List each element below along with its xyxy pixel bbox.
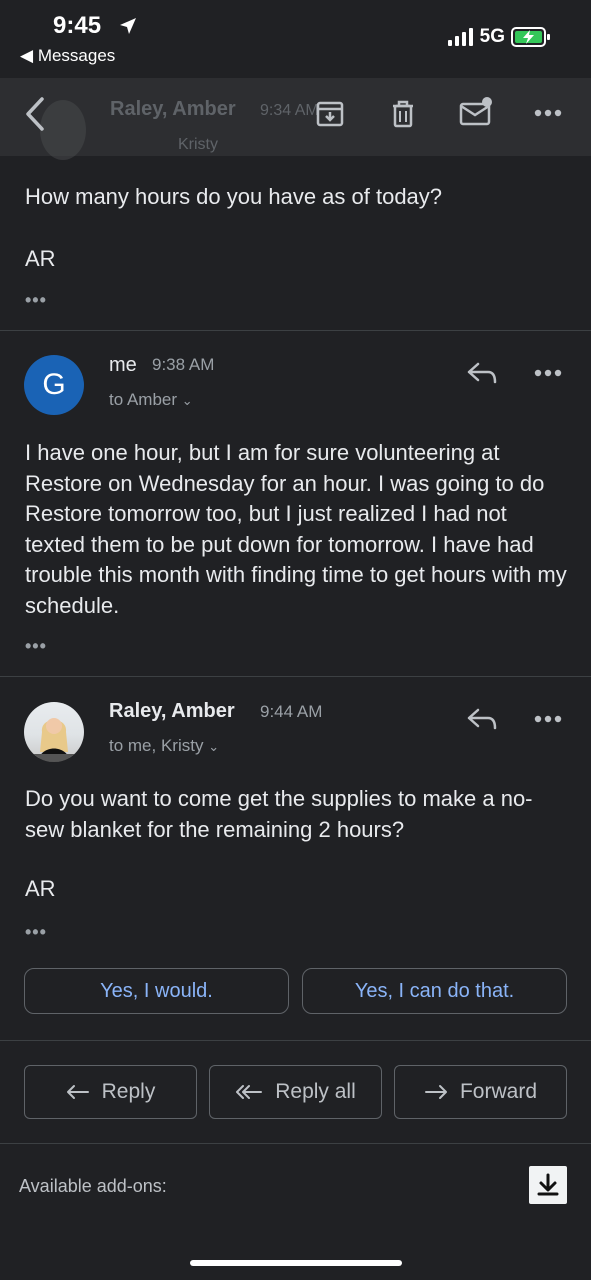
message-3-expand-dots[interactable]: ••• <box>25 922 47 943</box>
back-triangle-icon: ◀ <box>20 46 34 65</box>
divider <box>0 330 591 331</box>
reply-label: Reply <box>101 1080 156 1103</box>
message-1-signature: AR <box>25 246 56 271</box>
reply-icon[interactable] <box>466 706 498 732</box>
message-1-body: How many hours do you have as of today? <box>25 184 443 209</box>
reply-all-button[interactable]: Reply all <box>209 1065 382 1119</box>
forward-icon <box>424 1085 447 1099</box>
status-indicators: 5G <box>447 26 551 48</box>
message-2-time: 9:38 AM <box>152 355 215 374</box>
delete-icon[interactable] <box>388 98 418 130</box>
ghost-time: 9:34 AM <box>260 102 319 119</box>
avatar-letter: G <box>42 368 66 401</box>
chevron-down-icon: ⌄ <box>181 393 193 408</box>
message-2-sender: me <box>109 354 137 376</box>
reply-icon[interactable] <box>466 360 498 386</box>
message-3-signature: AR <box>25 876 56 901</box>
back-arrow-icon[interactable] <box>20 96 48 132</box>
message-2-recipients[interactable]: to Amber ⌄ <box>109 390 193 410</box>
recipients-text: to me, Kristy <box>109 736 204 755</box>
addons-label: Available add-ons: <box>19 1176 167 1196</box>
forward-label: Forward <box>459 1080 538 1103</box>
reply-all-icon <box>236 1085 263 1099</box>
divider <box>0 1040 591 1041</box>
more-options-icon[interactable] <box>533 108 563 118</box>
forward-button[interactable]: Forward <box>394 1065 567 1119</box>
avatar <box>24 702 84 762</box>
addon-download-button[interactable] <box>529 1166 567 1204</box>
message-more-icon[interactable] <box>533 714 563 724</box>
message-3-sender: Raley, Amber <box>109 700 235 722</box>
back-to-messages[interactable]: ◀ Messages <box>20 46 115 66</box>
divider <box>0 1143 591 1144</box>
smart-reply-button[interactable]: Yes, I would. <box>24 968 289 1014</box>
message-3-recipients[interactable]: to me, Kristy ⌄ <box>109 736 219 756</box>
network-type: 5G <box>479 26 505 47</box>
divider <box>0 676 591 677</box>
reply-icon <box>66 1085 89 1099</box>
chevron-down-icon: ⌄ <box>208 739 220 754</box>
home-indicator[interactable] <box>190 1260 402 1266</box>
ghost-sender: Raley, Amber <box>110 98 236 120</box>
profile-photo-icon <box>34 718 74 762</box>
message-2-expand-dots[interactable]: ••• <box>25 636 47 657</box>
reply-button[interactable]: Reply <box>24 1065 197 1119</box>
message-3-body: Do you want to come get the supplies to … <box>25 786 533 842</box>
message-more-icon[interactable] <box>533 368 563 378</box>
status-time: 9:45 <box>53 12 102 39</box>
back-to-messages-label: Messages <box>37 46 116 65</box>
location-arrow-icon <box>120 18 136 34</box>
signal-icon <box>447 28 473 46</box>
reply-all-label: Reply all <box>275 1080 356 1103</box>
ghost-recipients: Kristy <box>178 136 218 153</box>
smart-reply-button[interactable]: Yes, I can do that. <box>302 968 567 1014</box>
download-icon <box>537 1173 559 1196</box>
archive-icon[interactable] <box>314 98 346 130</box>
mark-unread-icon[interactable] <box>458 96 494 128</box>
message-3-time: 9:44 AM <box>260 702 323 721</box>
message-1-expand-dots[interactable]: ••• <box>25 290 47 311</box>
battery-charging-icon <box>511 27 550 47</box>
recipients-text: to Amber <box>109 390 178 409</box>
message-2-body: I have one hour, but I am for sure volun… <box>25 440 567 618</box>
avatar: G <box>24 355 84 415</box>
